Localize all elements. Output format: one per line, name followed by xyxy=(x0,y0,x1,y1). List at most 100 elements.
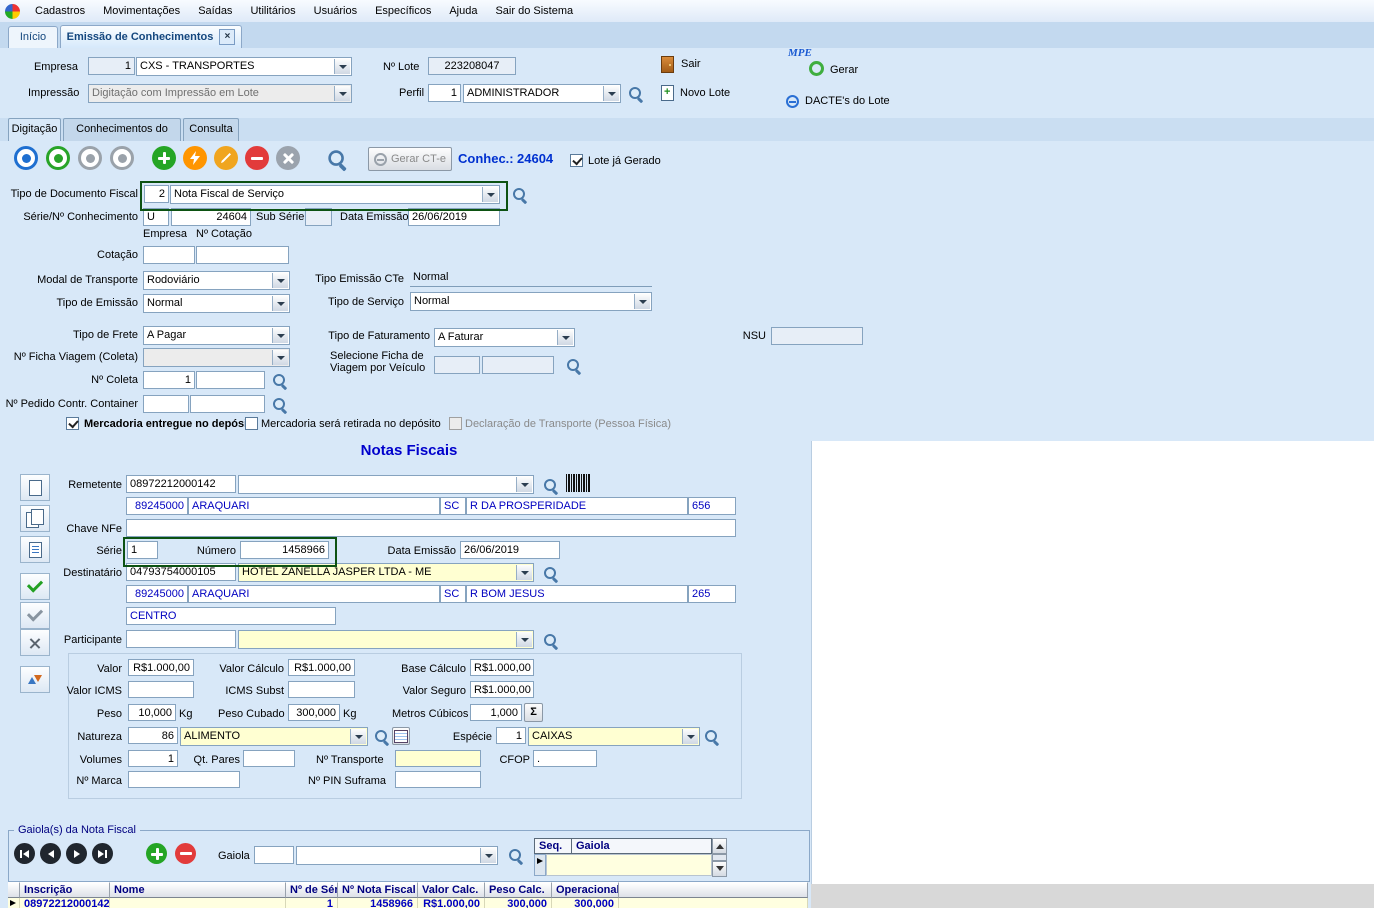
confirm-all-notas-button[interactable] xyxy=(20,602,50,629)
gaiola-nav-prior-button[interactable] xyxy=(40,843,61,864)
grid-col-serie[interactable]: Nº de Série xyxy=(286,882,338,898)
valor-field[interactable]: R$1.000,00 xyxy=(128,659,194,676)
data-emissao-field[interactable]: 26/06/2019 xyxy=(408,208,500,226)
search-icon[interactable] xyxy=(374,729,390,745)
metros-cubicos-field[interactable]: 1,000 xyxy=(470,704,522,721)
peso-field[interactable]: 10,000 xyxy=(128,704,176,721)
grid-cell-operacional[interactable]: 300,000 xyxy=(552,898,619,908)
barcode-icon[interactable] xyxy=(566,474,591,492)
search-icon[interactable] xyxy=(566,358,582,374)
gaiola-combo[interactable] xyxy=(296,846,498,865)
menu-ajuda[interactable]: Ajuda xyxy=(440,1,486,21)
gaiola-empty-row[interactable] xyxy=(546,854,712,876)
search-icon[interactable] xyxy=(704,729,720,745)
grid-col-inscricao[interactable]: Inscrição xyxy=(20,882,110,898)
tipo-emissao-combo[interactable]: Normal xyxy=(143,294,290,313)
impressao-combo[interactable]: Digitação com Impressão em Lote xyxy=(88,84,352,103)
scroll-down-button[interactable] xyxy=(712,861,727,877)
modal-transporte-combo[interactable]: Rodoviário xyxy=(143,271,290,290)
grid-cell-inscricao[interactable]: 08972212000142 xyxy=(20,898,110,908)
menu-saidas[interactable]: Saídas xyxy=(189,1,241,21)
perfil-code-field[interactable]: 1 xyxy=(428,84,461,102)
nav-prior-button[interactable] xyxy=(46,146,70,170)
empresa-code-field[interactable]: 1 xyxy=(88,57,135,75)
grid-col-nome[interactable]: Nome xyxy=(110,882,286,898)
chevron-down-icon[interactable] xyxy=(480,848,496,863)
novo-lote-button[interactable]: + Novo Lote xyxy=(661,85,730,101)
cfop-field[interactable]: . xyxy=(533,750,597,767)
gerar-label[interactable]: Gerar xyxy=(830,64,858,77)
destinatario-combo[interactable]: HOTEL ZANELLA JASPER LTDA - ME xyxy=(238,563,534,582)
grid-col-valor-calc[interactable]: Valor Calc. xyxy=(418,882,485,898)
chevron-down-icon[interactable] xyxy=(516,632,532,647)
pin-suframa-field[interactable] xyxy=(395,771,481,788)
gaiola-delete-button[interactable] xyxy=(175,843,196,864)
menu-sair-do-sistema[interactable]: Sair do Sistema xyxy=(486,1,582,21)
gerar-cte-button[interactable]: Gerar CT-e xyxy=(368,147,452,171)
gaiola-nav-next-button[interactable] xyxy=(66,843,87,864)
menu-especificos[interactable]: Específicos xyxy=(366,1,440,21)
checkbox-mercadoria-retirada[interactable] xyxy=(245,417,258,430)
search-icon[interactable] xyxy=(543,478,559,494)
chevron-down-icon[interactable] xyxy=(272,296,288,311)
pedido-container-code-field[interactable] xyxy=(143,395,189,413)
tipo-faturamento-combo[interactable]: A Faturar xyxy=(434,328,575,347)
empresa-combo[interactable]: CXS - TRANSPORTES xyxy=(136,57,352,76)
menu-movimentacoes[interactable]: Movimentações xyxy=(94,1,189,21)
checkbox-mercadoria-entregue[interactable] xyxy=(66,417,79,430)
valor-icms-field[interactable] xyxy=(128,681,194,698)
chevron-down-icon[interactable] xyxy=(516,565,532,580)
scroll-up-button[interactable] xyxy=(712,838,727,854)
tipo-servico-combo[interactable]: Normal xyxy=(410,292,652,311)
gaiola-nav-last-button[interactable] xyxy=(92,843,113,864)
grid-cell-nota[interactable]: 1458966 xyxy=(338,898,418,908)
cotacao-empresa-field[interactable] xyxy=(143,246,195,264)
peso-cubado-field[interactable]: 300,000 xyxy=(288,704,340,721)
num-marca-field[interactable] xyxy=(128,771,240,788)
search-icon[interactable] xyxy=(327,149,348,170)
num-transporte-field[interactable] xyxy=(395,750,481,767)
base-calculo-field[interactable]: R$1.000,00 xyxy=(470,659,534,676)
natureza-table-button[interactable] xyxy=(392,727,410,745)
delete-record-button[interactable] xyxy=(245,146,269,170)
chevron-down-icon[interactable] xyxy=(350,729,366,744)
menu-cadastros[interactable]: Cadastros xyxy=(26,1,94,21)
nsu-field[interactable] xyxy=(771,327,863,345)
grid-cell-peso[interactable]: 300,000 xyxy=(485,898,552,908)
search-icon[interactable] xyxy=(628,86,644,102)
close-tab-icon[interactable]: × xyxy=(219,29,235,45)
remetente-combo[interactable] xyxy=(238,475,534,494)
chevron-down-icon[interactable] xyxy=(603,86,619,101)
search-icon[interactable] xyxy=(512,187,528,203)
mpe-logo-icon[interactable]: MPE xyxy=(788,48,826,77)
grid-col-peso-calc[interactable]: Peso Calc. xyxy=(485,882,552,898)
cotacao-numero-field[interactable] xyxy=(196,246,289,264)
especie-code-field[interactable]: 1 xyxy=(496,727,526,744)
search-icon[interactable] xyxy=(508,848,524,864)
tab-digitacao[interactable]: Digitação xyxy=(8,118,61,141)
nav-first-button[interactable] xyxy=(14,146,38,170)
tab-emissao-conhecimentos[interactable]: Emissão de Conhecimentos × xyxy=(60,25,242,48)
chevron-down-icon[interactable] xyxy=(272,273,288,288)
chevron-down-icon[interactable] xyxy=(334,86,350,101)
nav-last-button[interactable] xyxy=(110,146,134,170)
search-icon[interactable] xyxy=(543,566,559,582)
serie-field[interactable]: U xyxy=(143,208,169,226)
menu-usuarios[interactable]: Usuários xyxy=(305,1,366,21)
coleta-numero-field[interactable] xyxy=(196,371,265,389)
search-icon[interactable] xyxy=(272,373,288,389)
grid-cell-serie[interactable]: 1 xyxy=(286,898,338,908)
pedido-container-field[interactable] xyxy=(190,395,265,413)
tipo-frete-combo[interactable]: A Pagar xyxy=(143,326,290,345)
participante-combo[interactable] xyxy=(238,630,534,649)
dacte-lote-button[interactable]: DACTE's do Lote xyxy=(786,95,890,108)
lote-field[interactable]: 223208047 xyxy=(428,57,516,75)
chevron-down-icon[interactable] xyxy=(634,294,650,309)
remetente-doc-field[interactable]: 08972212000142 xyxy=(126,475,236,493)
grid-cell-nome[interactable] xyxy=(110,898,286,908)
natureza-combo[interactable]: ALIMENTO xyxy=(180,727,368,746)
chevron-down-icon[interactable] xyxy=(682,729,698,744)
destinatario-doc-field[interactable]: 04793754000105 xyxy=(126,563,236,581)
sub-serie-field[interactable] xyxy=(305,208,332,226)
add-record-button[interactable] xyxy=(152,146,176,170)
